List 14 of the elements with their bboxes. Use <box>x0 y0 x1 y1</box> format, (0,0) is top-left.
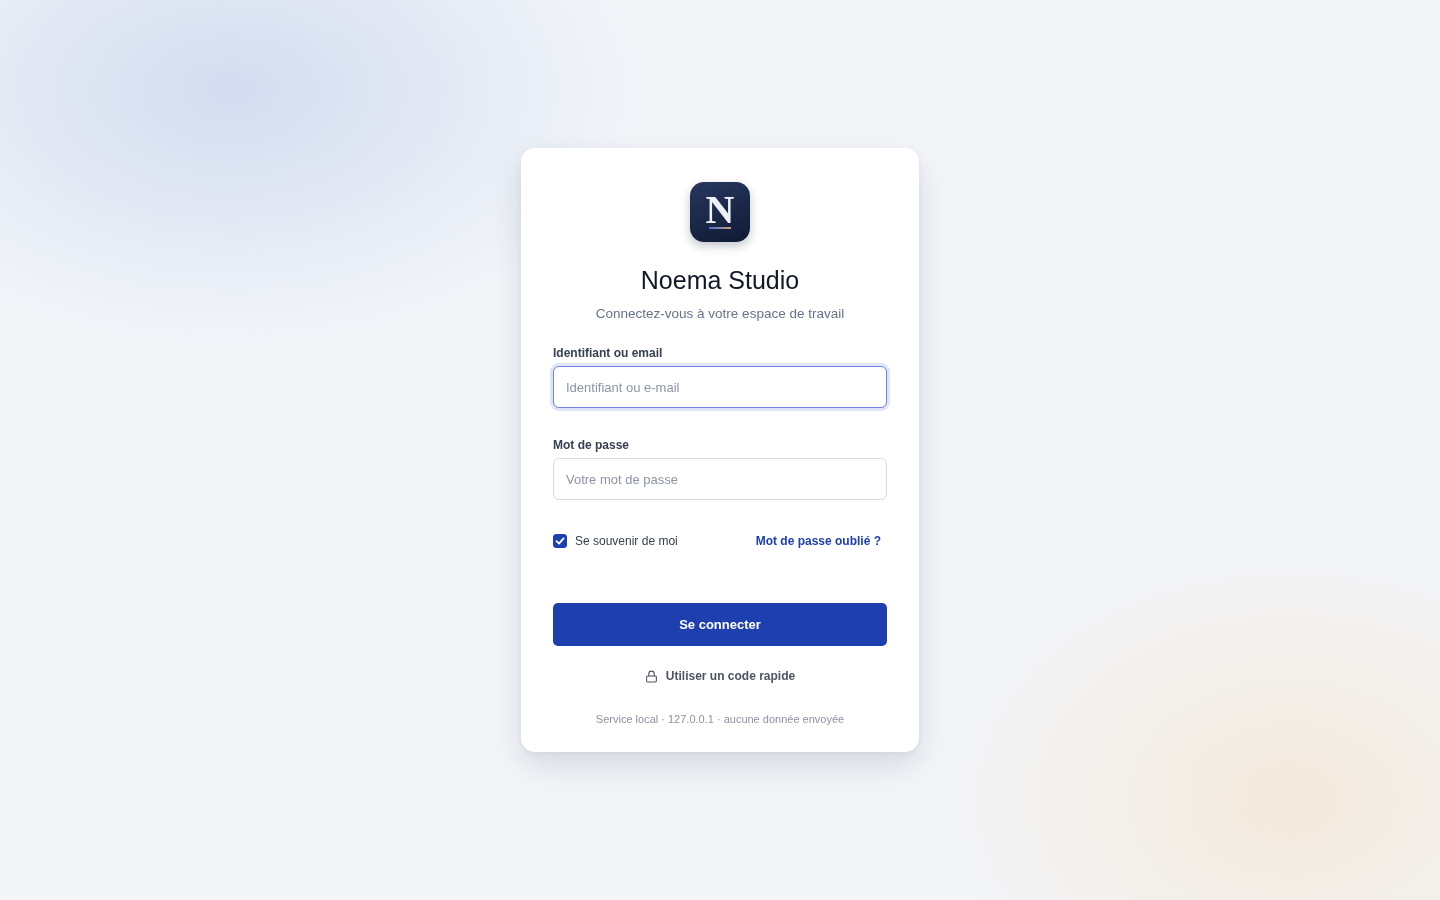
checkbox-label: Se souvenir de moi <box>575 533 678 549</box>
check-icon <box>555 536 565 546</box>
footer-note: Service local · 127.0.0.1 · aucune donnée envoyée <box>594 712 846 727</box>
app-title: Noema Studio <box>639 265 801 295</box>
login-button[interactable]: Se connecter <box>553 603 887 646</box>
lock-icon <box>644 669 658 683</box>
login-subtitle: Connectez-vous à votre espace de travail <box>594 305 846 323</box>
field-label: Mot de passe <box>553 437 631 453</box>
input-field[interactable]: Identifiant ou e-mail <box>553 366 887 408</box>
quick-code-link[interactable]: Utiliser un code rapide <box>665 668 796 684</box>
forgot-password-link[interactable]: Mot de passe oublié ? <box>755 533 881 549</box>
app-logo: N <box>690 182 750 242</box>
field-label: Identifiant ou email <box>553 345 664 361</box>
checkbox[interactable] <box>553 534 567 548</box>
